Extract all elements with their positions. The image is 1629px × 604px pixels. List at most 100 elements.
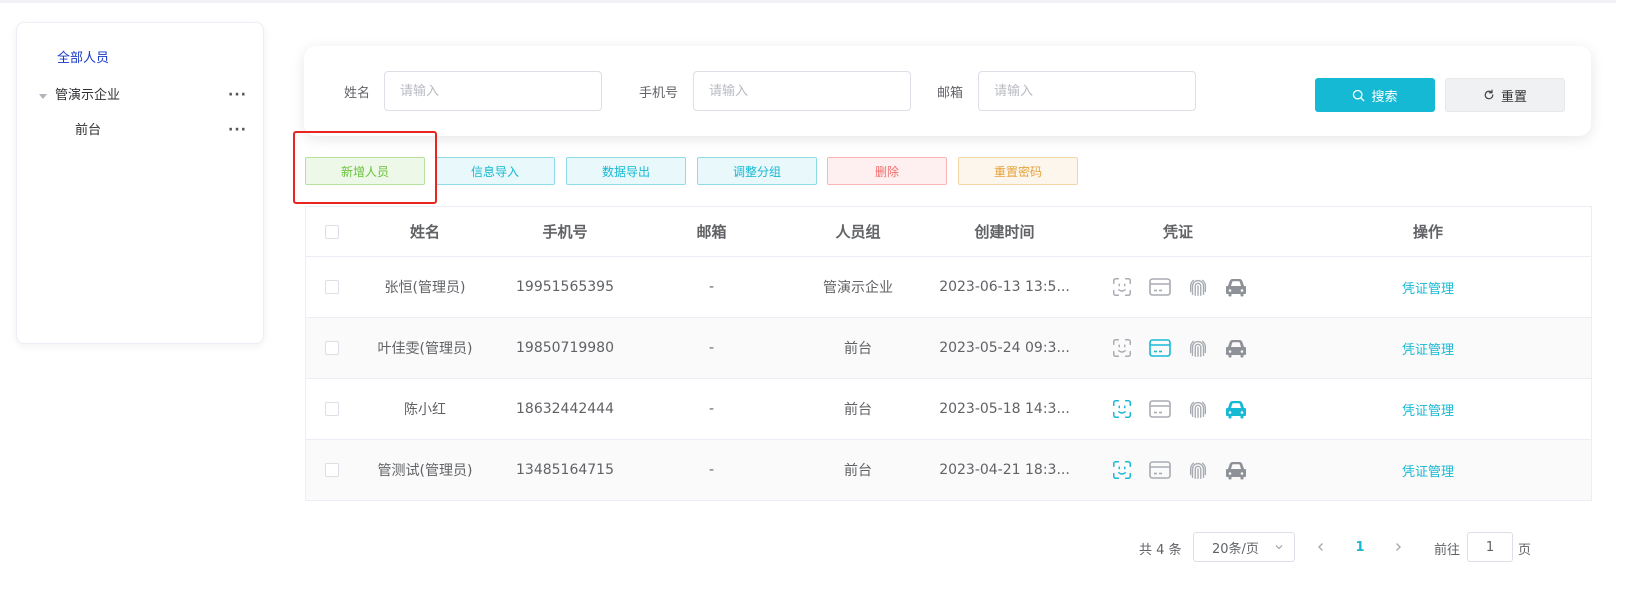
cell-email: -	[708, 462, 715, 478]
car-icon[interactable]	[1224, 397, 1248, 421]
face-id-icon[interactable]	[1110, 275, 1134, 299]
header-name: 姓名	[409, 223, 440, 241]
chevron-right-icon	[1396, 543, 1401, 551]
cell-phone: 13485164715	[516, 462, 614, 478]
goto-page-input[interactable]	[1467, 532, 1513, 562]
tree-node-company[interactable]: 管演示企业	[39, 86, 120, 106]
cell-name: 管测试(管理员)	[377, 463, 473, 479]
face-id-icon[interactable]	[1110, 458, 1134, 482]
cell-email: -	[708, 401, 715, 417]
fingerprint-icon[interactable]	[1186, 275, 1210, 299]
more-dots-icon[interactable]: ···	[228, 88, 247, 102]
header-email: 邮箱	[696, 223, 727, 241]
reset-button[interactable]: 重置	[1445, 78, 1565, 112]
cell-credentials	[1078, 397, 1278, 421]
chevron-down-icon	[1275, 545, 1283, 550]
search-button[interactable]: 搜索	[1315, 78, 1435, 112]
search-panel: 姓名 手机号 邮箱 搜索 重置	[304, 46, 1591, 136]
cell-credentials	[1078, 458, 1278, 482]
search-icon	[1353, 89, 1365, 101]
credential-icons	[1078, 275, 1278, 299]
face-id-icon[interactable]	[1110, 397, 1134, 421]
next-page-button[interactable]	[1388, 534, 1408, 560]
cell-name: 陈小红	[404, 402, 446, 418]
face-id-icon[interactable]	[1110, 336, 1134, 360]
page-size-select[interactable]: 20条/页	[1193, 532, 1295, 562]
cell-phone: 19951565395	[516, 279, 614, 295]
fingerprint-icon[interactable]	[1186, 458, 1210, 482]
adjust-group-button[interactable]: 调整分组	[697, 157, 817, 185]
credential-icons	[1078, 397, 1278, 421]
fingerprint-icon[interactable]	[1186, 336, 1210, 360]
cell-group: 前台	[844, 341, 872, 357]
table-body: 张恒(管理员) 19951565395 - 管演示企业 2023-06-13 1…	[306, 257, 1591, 501]
credential-manage-link[interactable]: 凭证管理	[1402, 343, 1454, 358]
tree-node-company-label: 管演示企业	[55, 88, 121, 103]
cell-credentials	[1078, 275, 1278, 299]
cell-operation: 凭证管理	[1278, 339, 1578, 358]
phone-search-input[interactable]	[693, 71, 911, 111]
id-card-icon[interactable]	[1148, 397, 1172, 421]
table-row[interactable]: 陈小红 18632442444 - 前台 2023-05-18 14:3... …	[306, 379, 1591, 440]
export-data-button[interactable]: 数据导出	[566, 157, 686, 185]
pagination-total: 共 4 条	[1139, 542, 1182, 558]
phone-field-label: 手机号	[639, 86, 679, 101]
search-button-label: 搜索	[1371, 89, 1398, 105]
table-row[interactable]: 管测试(管理员) 13485164715 - 前台 2023-04-21 18:…	[306, 440, 1591, 501]
cell-name: 张恒(管理员)	[384, 280, 466, 296]
car-icon[interactable]	[1224, 458, 1248, 482]
group-tree-panel: 全部人员 管演示企业 ··· 前台 ···	[16, 22, 264, 344]
page-number-1[interactable]: 1	[1348, 534, 1372, 560]
top-border	[0, 0, 1629, 3]
more-dots-icon[interactable]: ···	[228, 123, 247, 137]
caret-down-icon[interactable]	[39, 93, 47, 99]
header-created: 创建时间	[974, 223, 1035, 241]
tree-node-front-desk[interactable]: 前台	[75, 121, 101, 141]
chevron-left-icon	[1318, 543, 1323, 551]
table-row[interactable]: 叶佳雯(管理员) 19850719980 - 前台 2023-05-24 09:…	[306, 318, 1591, 379]
cell-created: 2023-06-13 13:5...	[939, 279, 1070, 295]
cell-group: 管演示企业	[823, 280, 893, 296]
personnel-table: 姓名 手机号 邮箱 人员组 创建时间 凭证 操作 张恒(管理员) 1995156…	[305, 206, 1592, 501]
credential-manage-link[interactable]: 凭证管理	[1402, 465, 1454, 480]
delete-button[interactable]: 删除	[827, 157, 947, 185]
row-checkbox[interactable]	[325, 463, 339, 477]
import-info-button[interactable]: 信息导入	[435, 157, 555, 185]
cell-group: 前台	[844, 463, 872, 479]
row-checkbox[interactable]	[325, 280, 339, 294]
credential-manage-link[interactable]: 凭证管理	[1402, 404, 1454, 419]
credential-manage-link[interactable]: 凭证管理	[1402, 282, 1454, 297]
header-checkbox-cell	[306, 224, 358, 239]
cell-name: 叶佳雯(管理员)	[377, 341, 473, 357]
car-icon[interactable]	[1224, 275, 1248, 299]
refresh-icon	[1484, 89, 1494, 100]
select-all-checkbox[interactable]	[325, 224, 339, 239]
header-operation: 操作	[1412, 223, 1443, 241]
cell-operation: 凭证管理	[1278, 461, 1578, 480]
reset-password-button[interactable]: 重置密码	[958, 157, 1078, 185]
cell-created: 2023-05-24 09:3...	[939, 340, 1070, 356]
id-card-icon[interactable]	[1148, 458, 1172, 482]
add-person-button[interactable]: 新增人员	[305, 157, 425, 185]
fingerprint-icon[interactable]	[1186, 397, 1210, 421]
cell-operation: 凭证管理	[1278, 278, 1578, 297]
email-search-input[interactable]	[978, 71, 1196, 111]
email-field-label: 邮箱	[937, 86, 964, 101]
name-search-input[interactable]	[384, 71, 602, 111]
table-row[interactable]: 张恒(管理员) 19951565395 - 管演示企业 2023-06-13 1…	[306, 257, 1591, 318]
row-checkbox[interactable]	[325, 341, 339, 355]
row-checkbox[interactable]	[325, 402, 339, 416]
prev-page-button[interactable]	[1311, 534, 1331, 560]
car-icon[interactable]	[1224, 336, 1248, 360]
goto-label: 前往	[1434, 543, 1461, 558]
table-header-row: 姓名 手机号 邮箱 人员组 创建时间 凭证 操作	[306, 207, 1591, 257]
page-suffix-label: 页	[1518, 543, 1532, 558]
credential-icons	[1078, 336, 1278, 360]
id-card-icon[interactable]	[1148, 336, 1172, 360]
row-checkbox-cell	[306, 402, 358, 416]
header-group: 人员组	[835, 223, 881, 241]
cell-credentials	[1078, 336, 1278, 360]
id-card-icon[interactable]	[1148, 275, 1172, 299]
cell-operation: 凭证管理	[1278, 400, 1578, 419]
tree-node-all-staff[interactable]: 全部人员	[57, 49, 109, 69]
